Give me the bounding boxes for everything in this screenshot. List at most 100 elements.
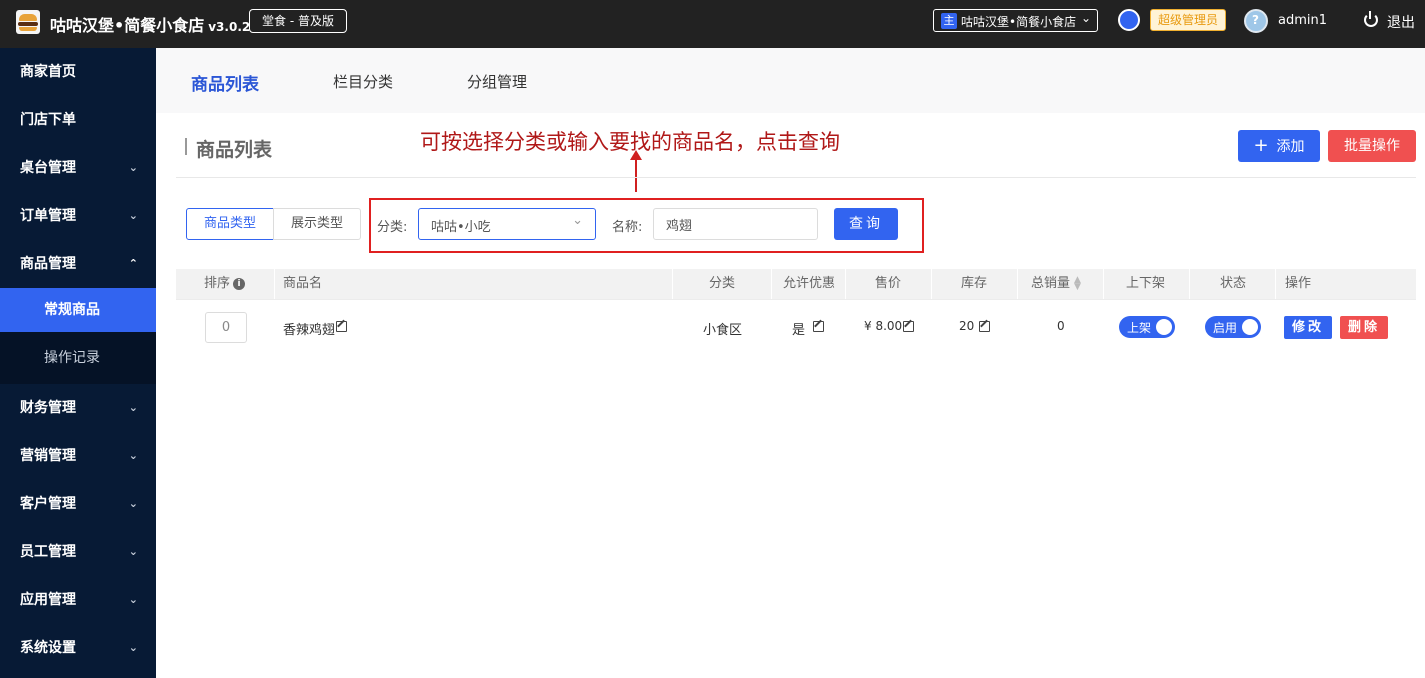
category-select[interactable]: 咕咕•小吃 ⌄	[418, 208, 596, 240]
column-header-discount: 允许优惠	[783, 276, 836, 291]
logout-button[interactable]: 退出	[1387, 12, 1415, 32]
sidebar-item-orders[interactable]: 订单管理 ⌄	[0, 192, 156, 240]
chevron-down-icon: ⌄	[128, 449, 138, 462]
tab-groups[interactable]: 分组管理	[467, 71, 527, 92]
power-icon[interactable]	[1364, 11, 1378, 27]
sidebar-item-label: 操作记录	[44, 350, 100, 366]
chevron-down-icon: ⌄	[128, 209, 138, 222]
app-name: 咕咕汉堡•简餐小食店	[50, 16, 205, 35]
tab-product-list[interactable]: 商品列表	[191, 70, 259, 95]
burger-logo-icon	[16, 10, 40, 34]
delete-button[interactable]: 删除	[1340, 316, 1388, 339]
theme-color-button[interactable]	[1118, 9, 1140, 31]
sidebar-item-apps[interactable]: 应用管理 ⌄	[0, 576, 156, 624]
sidebar-item-settings[interactable]: 系统设置 ⌄	[0, 624, 156, 672]
sidebar-item-label: 门店下单	[20, 112, 76, 128]
chevron-down-icon: ⌄	[1080, 11, 1091, 25]
column-header-sort: 排序 i	[204, 269, 246, 299]
chevron-down-icon: ⌄	[128, 545, 138, 558]
column-divider	[1103, 269, 1104, 299]
plus-icon: +	[1253, 135, 1269, 156]
tab-bar: 商品列表 栏目分类 分组管理	[156, 48, 1425, 113]
role-badge: 超级管理员	[1150, 9, 1227, 31]
chevron-down-icon: ⌄	[128, 593, 138, 606]
info-icon[interactable]: i	[233, 277, 246, 290]
page-title: 商品列表	[196, 139, 273, 161]
name-label: 名称:	[612, 220, 643, 235]
avatar[interactable]	[1244, 9, 1268, 33]
sidebar-item-tables[interactable]: 桌台管理 ⌄	[0, 144, 156, 192]
column-header-actions: 操作	[1285, 276, 1312, 291]
product-type-tab[interactable]: 商品类型	[186, 208, 274, 240]
edit-icon[interactable]	[336, 321, 347, 332]
category-value: 咕咕•小吃	[431, 220, 491, 235]
sort-icon[interactable]: ▲ ▼	[1074, 275, 1081, 291]
sidebar-item-customers[interactable]: 客户管理 ⌄	[0, 480, 156, 528]
edit-icon[interactable]	[979, 321, 990, 332]
column-divider	[672, 269, 673, 299]
add-button[interactable]: + 添加	[1238, 130, 1320, 162]
title-accent-bar	[185, 138, 187, 155]
sidebar-item-order-in-store[interactable]: 门店下单	[0, 96, 156, 144]
app-title: 咕咕汉堡•简餐小食店 v3.0.2	[50, 12, 250, 36]
sidebar: 商家首页 门店下单 桌台管理 ⌄ 订单管理 ⌄ 商品管理 ⌃ 常规商品 操作记录 财务…	[0, 48, 156, 678]
discount-allowed: 是	[792, 323, 806, 338]
chevron-down-icon: ⌄	[128, 497, 138, 510]
column-header-label: 总销量	[1031, 276, 1071, 291]
edit-icon[interactable]	[813, 321, 824, 332]
edition-badge[interactable]: 堂食 - 普及版	[249, 9, 347, 33]
query-button[interactable]: 查询	[834, 208, 898, 240]
sidebar-item-label: 商家首页	[20, 64, 76, 80]
column-header-name: 商品名	[283, 276, 323, 291]
chevron-down-icon: ⌄	[128, 161, 138, 174]
edit-button[interactable]: 修改	[1284, 316, 1332, 339]
toggle-knob	[1156, 319, 1172, 335]
username[interactable]: admin1	[1278, 13, 1327, 28]
product-stock: 20	[959, 319, 975, 333]
product-sales: 0	[1057, 319, 1065, 333]
product-category: 小食区	[703, 323, 743, 338]
column-header-category: 分类	[709, 276, 736, 291]
sidebar-item-home[interactable]: 商家首页	[0, 48, 156, 96]
chevron-down-icon: ⌄	[572, 213, 583, 228]
shelf-toggle[interactable]: 上架	[1119, 316, 1175, 338]
store-switcher[interactable]: 主 咕咕汉堡•简餐小食店 ⌄	[933, 9, 1098, 32]
sidebar-item-label: 订单管理	[20, 208, 76, 224]
toggle-knob	[1242, 319, 1258, 335]
divider	[176, 299, 1416, 300]
sidebar-item-label: 商品管理	[20, 256, 76, 272]
add-button-label: 添加	[1276, 139, 1305, 155]
sidebar-item-label: 员工管理	[20, 544, 76, 560]
sidebar-item-regular-products[interactable]: 常规商品	[0, 288, 156, 332]
sidebar-item-staff[interactable]: 员工管理 ⌄	[0, 528, 156, 576]
column-divider	[931, 269, 932, 299]
column-header-price: 售价	[875, 276, 902, 291]
sidebar-item-label: 应用管理	[20, 592, 76, 608]
top-bar: 咕咕汉堡•简餐小食店 v3.0.2 堂食 - 普及版 主 咕咕汉堡•简餐小食店 ⌄…	[0, 0, 1425, 48]
shelf-toggle-label: 上架	[1127, 321, 1152, 335]
sidebar-item-label: 客户管理	[20, 496, 76, 512]
column-divider	[274, 269, 275, 299]
batch-operation-button[interactable]: 批量操作	[1328, 130, 1416, 162]
column-divider	[771, 269, 772, 299]
table-header: 排序 i 商品名 分类 允许优惠 售价 库存 总销量 ▲ ▼ 上下架 状态 操作	[176, 269, 1416, 299]
column-header-sales[interactable]: 总销量 ▲ ▼	[1031, 269, 1081, 299]
column-divider	[845, 269, 846, 299]
column-header-stock: 库存	[961, 276, 988, 291]
edit-icon[interactable]	[903, 321, 914, 332]
column-header-shelf: 上下架	[1126, 276, 1166, 291]
tab-categories[interactable]: 栏目分类	[333, 71, 393, 92]
sidebar-item-label: 系统设置	[20, 640, 76, 656]
status-toggle-label: 启用	[1213, 321, 1238, 335]
name-search-input[interactable]	[653, 208, 818, 240]
sidebar-item-finance[interactable]: 财务管理 ⌄	[0, 384, 156, 432]
sidebar-item-marketing[interactable]: 营销管理 ⌄	[0, 432, 156, 480]
sidebar-item-products[interactable]: 商品管理 ⌃	[0, 240, 156, 288]
annotation-arrow-shaft	[635, 156, 637, 192]
status-toggle[interactable]: 启用	[1205, 316, 1261, 338]
sort-order-input[interactable]	[205, 312, 247, 343]
column-divider	[1275, 269, 1276, 299]
sidebar-item-label: 财务管理	[20, 400, 76, 416]
sidebar-item-operation-log[interactable]: 操作记录	[0, 332, 156, 384]
display-type-tab[interactable]: 展示类型	[273, 208, 361, 240]
